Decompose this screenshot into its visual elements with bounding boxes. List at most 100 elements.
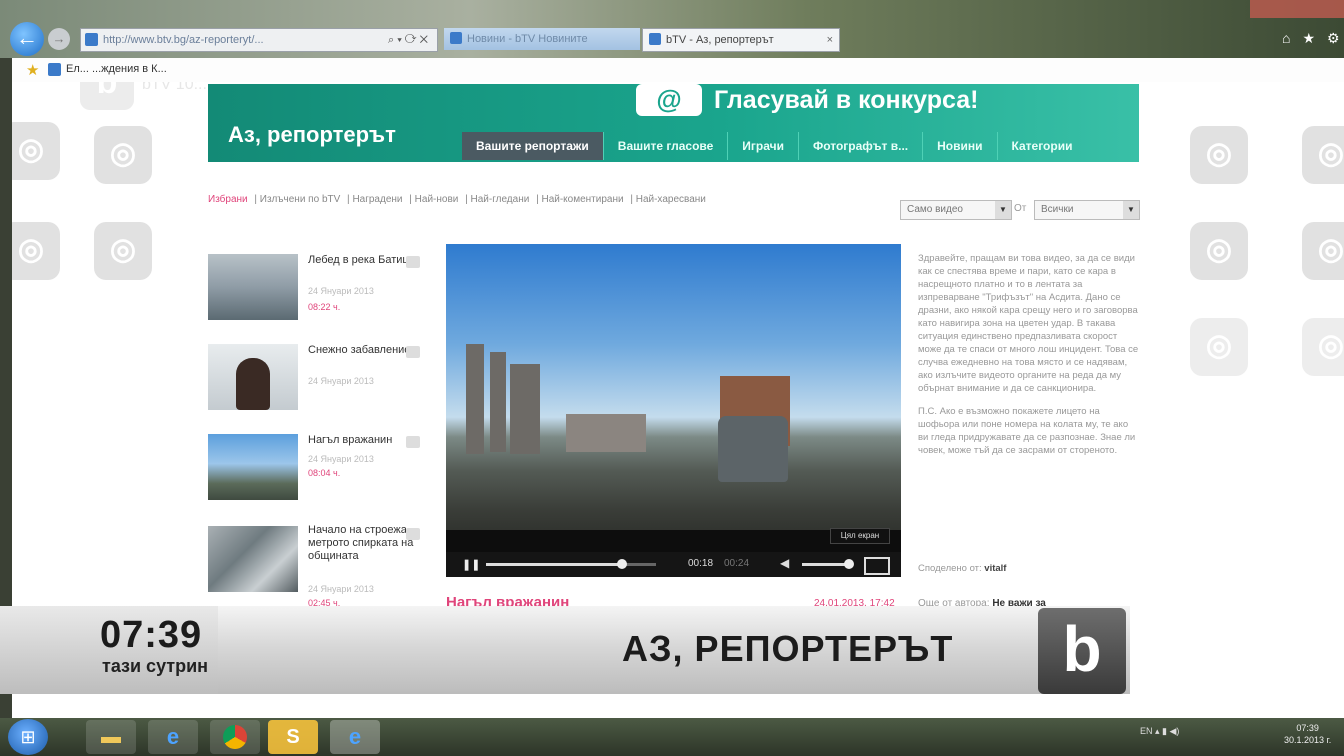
video-frame-car xyxy=(718,416,788,482)
tray-icons[interactable]: ▴ ▮ ◀) xyxy=(1155,726,1179,736)
media-type-select[interactable]: Само видео ▼ xyxy=(900,200,1012,220)
site-favicon-icon xyxy=(85,33,98,46)
tab-news[interactable]: Новини - bTV Новините xyxy=(444,28,640,50)
camera-watermark-icon: ◎ xyxy=(94,222,152,280)
favorite-favicon-icon xyxy=(48,63,61,76)
video-icon xyxy=(406,346,420,358)
close-tab-icon[interactable]: × xyxy=(827,29,833,51)
camera-watermark-icon: ◎ xyxy=(1190,126,1248,184)
seek-handle[interactable] xyxy=(617,559,627,569)
fullscreen-icon[interactable] xyxy=(864,557,890,575)
player-controls: ❚❚ 00:18 00:24 ◀ xyxy=(446,552,901,577)
video-description: Здравейте, пращам ви това видео, за да с… xyxy=(918,252,1140,574)
video-frame-building xyxy=(510,364,540,454)
seek-bar-fill xyxy=(486,563,622,566)
chrome-icon[interactable] xyxy=(210,720,260,754)
filter-link[interactable]: Най-нови xyxy=(415,194,459,205)
duration: 00:24 xyxy=(724,558,750,569)
camera-watermark-icon: ◎ xyxy=(94,126,152,184)
camera-watermark-icon: ◎ xyxy=(12,222,60,280)
filter-link[interactable]: Излъчени по bTV xyxy=(260,194,341,205)
favorites-star-icon[interactable]: ★ xyxy=(26,61,39,79)
internet-explorer-active-icon[interactable]: e xyxy=(330,720,380,754)
camera-watermark-icon: ◎ xyxy=(1302,318,1344,376)
camera-watermark-icon: ◎ xyxy=(1190,318,1248,376)
tv-clock: 07:39 xyxy=(100,614,203,656)
video-frame-building xyxy=(466,344,484,454)
item-date: 24 Януари 2013 xyxy=(308,584,374,594)
camera-watermark-icon: ◎ xyxy=(1302,222,1344,280)
nav-item-players[interactable]: Играчи xyxy=(727,132,798,160)
taskbar-date: 30.1.2013 г. xyxy=(1284,735,1332,745)
video-icon xyxy=(406,436,420,448)
pause-icon[interactable]: ❚❚ xyxy=(462,558,480,571)
start-button[interactable]: ⊞ xyxy=(8,719,48,755)
filter-link[interactable]: Избрани xyxy=(208,194,248,205)
seek-bar[interactable] xyxy=(486,559,656,569)
video-icon xyxy=(406,528,420,540)
contest-link[interactable]: @ Гласувай в конкурса! xyxy=(636,84,978,116)
item-date: 24 Януари 2013 xyxy=(308,454,374,464)
tab-favicon-icon xyxy=(649,33,661,45)
tab-favicon-icon xyxy=(450,32,462,44)
btv-logo-icon: b xyxy=(80,82,134,110)
video-frame-building xyxy=(566,414,646,452)
filter-link[interactable]: Най-харесвани xyxy=(636,194,706,205)
author-label: Споделено от: xyxy=(918,563,982,574)
nav-item-photographer[interactable]: Фотографът в... xyxy=(797,132,922,160)
address-bar[interactable]: http://www.btv.bg/az-reporteryt/... ⌕▾⟳✕ xyxy=(80,28,438,52)
volume-handle[interactable] xyxy=(844,559,854,569)
select-value: Всички xyxy=(1041,204,1074,215)
nav-item-your-reports[interactable]: Вашите репортажи xyxy=(462,132,603,160)
system-tray[interactable]: EN ▴ ▮ ◀) xyxy=(1140,726,1179,737)
item-thumbnail[interactable] xyxy=(208,526,298,592)
camera-watermark-icon: ◎ xyxy=(1302,126,1344,184)
btv-logo-icon: b xyxy=(1038,608,1126,694)
address-bar-icons[interactable]: ⌕▾⟳✕ xyxy=(388,29,431,51)
language-indicator[interactable]: EN xyxy=(1140,726,1153,736)
item-time: 08:22 ч. xyxy=(308,302,341,312)
taskbar: ⊞ ▬ e S e xyxy=(0,718,1344,756)
favorites-bar: ★ Ел... ...ждения в К... xyxy=(12,58,1344,83)
chevron-down-icon: ▼ xyxy=(1123,201,1139,219)
at-icon: @ xyxy=(636,84,702,116)
main-nav: Вашите репортажи Вашите гласове Играчи Ф… xyxy=(462,132,1086,160)
fullscreen-tooltip: Цял екран xyxy=(830,528,890,544)
video-icon xyxy=(406,256,420,268)
current-time: 00:18 xyxy=(688,558,714,569)
filter-links: Избрани | Излъчени по bTV | Наградени | … xyxy=(208,194,706,205)
forward-button[interactable]: → xyxy=(48,28,70,50)
period-select[interactable]: Всички ▼ xyxy=(1034,200,1140,220)
filter-link[interactable]: Най-гледани xyxy=(471,194,530,205)
tab-title: Новини - bTV Новините xyxy=(467,33,588,45)
taskbar-clock[interactable]: 07:39 30.1.2013 г. xyxy=(1284,722,1331,746)
nav-item-your-votes[interactable]: Вашите гласове xyxy=(602,132,728,160)
site-title[interactable]: Аз, репортерът xyxy=(228,122,396,148)
tv-show-slot: тази сутрин xyxy=(102,656,209,676)
filter-link[interactable]: Най-коментирани xyxy=(541,194,623,205)
address-url[interactable]: http://www.btv.bg/az-reporteryt/... xyxy=(103,29,353,51)
nav-item-news[interactable]: Новини xyxy=(922,132,996,160)
skype-icon[interactable]: S xyxy=(268,720,318,754)
item-thumbnail[interactable] xyxy=(208,434,298,500)
favorite-link[interactable]: Ел... ...ждения в К... xyxy=(66,63,167,75)
select-value: Само видео xyxy=(907,204,963,215)
browser-tools-icons[interactable]: ⌂★⚙ xyxy=(1282,30,1344,47)
filter-link[interactable]: Наградени xyxy=(352,194,402,205)
author-link[interactable]: vitalf xyxy=(984,563,1006,574)
video-frame-building xyxy=(490,352,506,452)
tv-show-title: АЗ, РЕПОРТЕРЪТ xyxy=(622,628,954,669)
explorer-icon[interactable]: ▬ xyxy=(86,720,136,754)
camera-watermark-icon: ◎ xyxy=(12,122,60,180)
item-thumbnail[interactable] xyxy=(208,254,298,320)
internet-explorer-icon[interactable]: e xyxy=(148,720,198,754)
back-button[interactable]: ← xyxy=(10,22,44,56)
item-thumbnail[interactable] xyxy=(208,344,298,410)
window-controls[interactable] xyxy=(1250,0,1344,18)
watermark-text: bTV 10:... xyxy=(142,82,212,93)
nav-item-categories[interactable]: Категории xyxy=(996,132,1087,160)
tab-az-reporteryt[interactable]: bTV - Аз, репортерът × xyxy=(642,28,840,52)
camera-watermark-icon: ◎ xyxy=(1190,222,1248,280)
video-player[interactable]: Цял екран ❚❚ 00:18 00:24 ◀ xyxy=(446,244,901,577)
volume-icon[interactable]: ◀ xyxy=(780,556,789,570)
